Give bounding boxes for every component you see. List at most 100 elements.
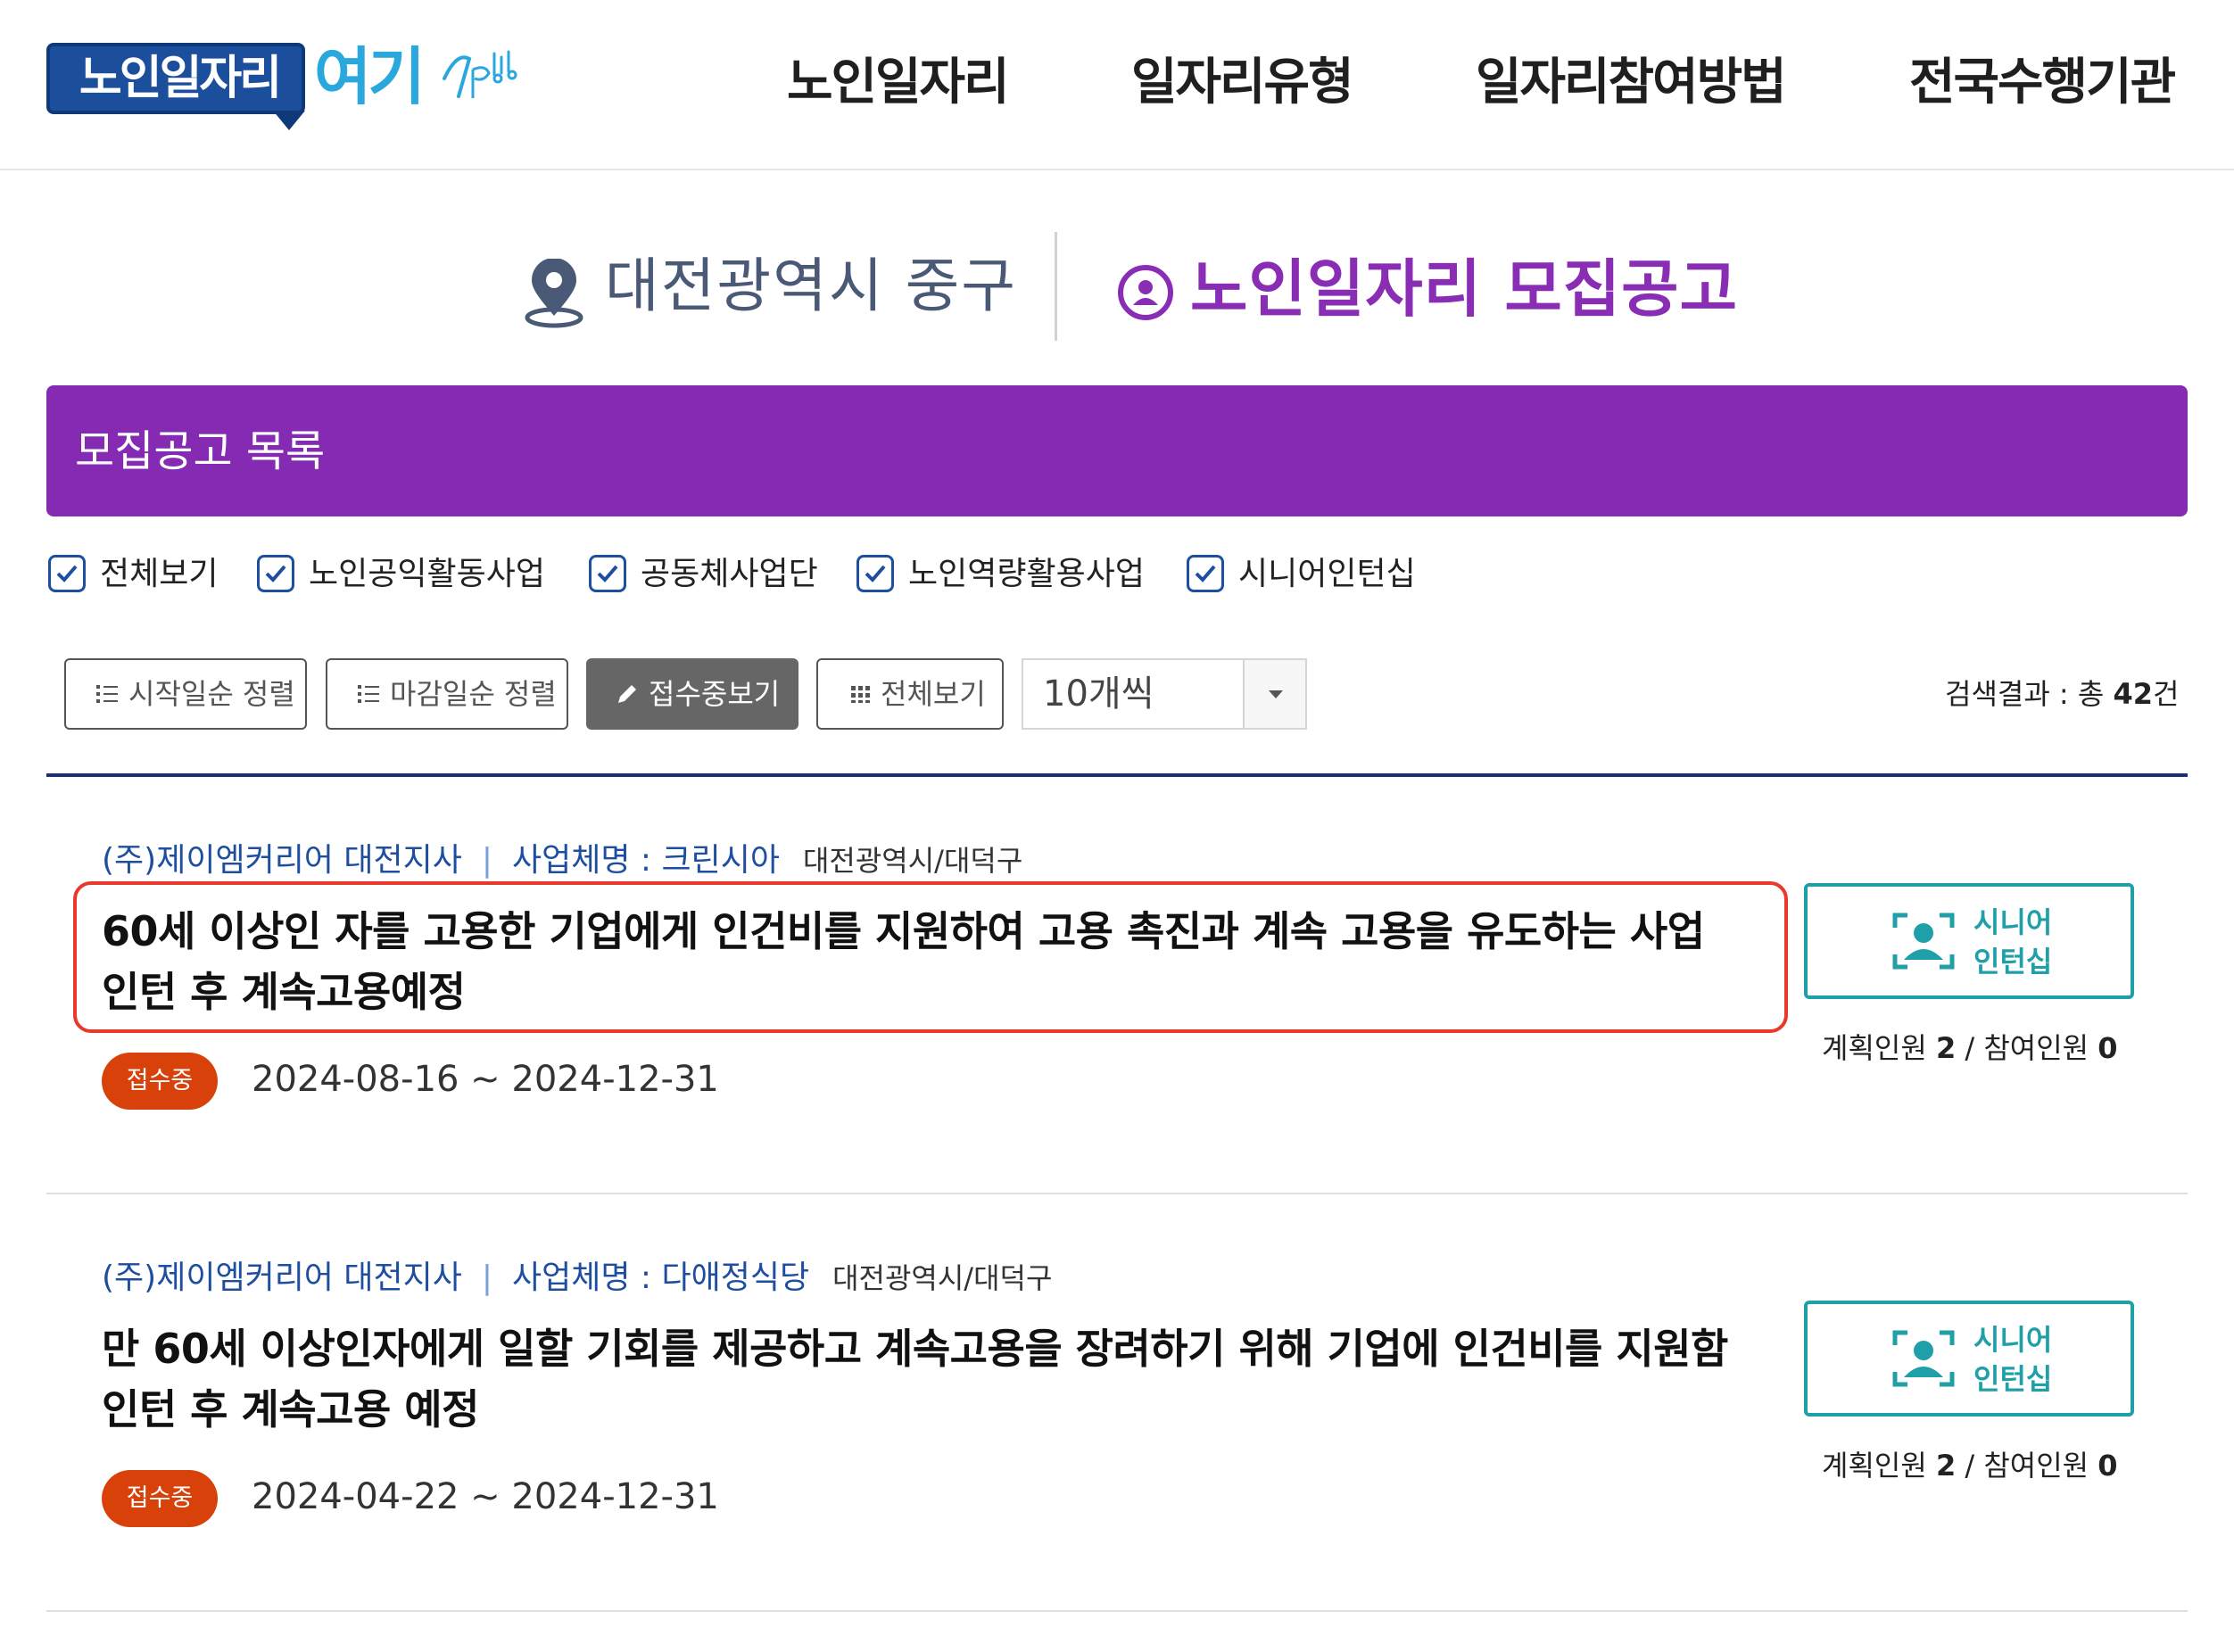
senior-intern-icon [1892, 1330, 1955, 1387]
headcount-separator: / [1956, 1031, 1984, 1065]
job-meta: (주)제이엠커리어 대전지사 | 사업체명 : 다애정식당 대전광역시/대덕구 [102, 1256, 1052, 1301]
job-type-label: 시니어 인턴십 [1973, 903, 2052, 981]
job-type-line: 인턴십 [1973, 945, 2053, 979]
list-icon [96, 685, 118, 703]
logo-accent-text: 여기 [314, 40, 426, 113]
site-header: 노인일자리 여기 노인일자리 일자리유형 일자리참여방법 전국수행기관 [0, 0, 2234, 170]
filter-senior-intern-label: 시니어인턴십 [1238, 556, 1416, 592]
job-title-line: 만 60세 이상인자에게 일할 기회를 제공하고 계속고용을 장려하기 위해 기… [102, 1325, 1728, 1373]
pencil-icon [618, 685, 636, 703]
job-list-item: (주)제이엠커리어 대전지사 | 사업체명 : 크린시아 대전광역시/대덕구 60세 … [46, 838, 2188, 1195]
meta-separator: | [481, 842, 492, 879]
nav-senior-jobs[interactable]: 노인일자리 [787, 43, 1010, 123]
person-circle-icon [1118, 265, 1173, 320]
sort-by-deadline-button[interactable]: 마감일순 정렬 [326, 658, 568, 730]
job-period: 2024-04-22 ~ 2024-12-31 [252, 1476, 719, 1517]
senior-intern-icon [1892, 913, 1955, 970]
checkmark-icon [56, 565, 78, 582]
title-divider [1055, 232, 1057, 341]
job-type-line: 인턴십 [1973, 1362, 2053, 1396]
checkbox-box[interactable] [48, 555, 86, 592]
headcount-separator: / [1956, 1449, 1984, 1483]
result-count: 검색결과 : 총 42건 [1945, 674, 2179, 714]
page-title: 노인일자리 모집공고 [1190, 252, 1738, 326]
job-type-line: 시니어 [1973, 1323, 2053, 1357]
planned-label: 계획인원 [1822, 1031, 1936, 1065]
view-accepting-label: 접수중보기 [649, 677, 781, 711]
sort-by-start-button[interactable]: 시작일순 정렬 [64, 658, 307, 730]
job-organization: (주)제이엠커리어 대전지사 [102, 1260, 462, 1296]
job-title-line: 인턴 후 계속고용예정 [102, 968, 466, 1016]
nav-agencies[interactable]: 전국수행기관 [1909, 43, 2176, 123]
planned-label: 계획인원 [1822, 1449, 1936, 1483]
job-title-line: 인턴 후 계속고용 예정 [102, 1385, 479, 1433]
filter-community-label: 공동체사업단 [641, 556, 818, 592]
job-business-name: 사업체명 : 다애정식당 [512, 1260, 810, 1296]
checkbox-box[interactable] [1187, 555, 1224, 592]
list-banner-title: 모집공고 목록 [75, 426, 326, 476]
job-title-link[interactable]: 60세 이상인 자를 고용한 기업에게 인건비를 지원하여 고용 촉진과 계속 … [102, 901, 1815, 1022]
filter-community-checkbox[interactable]: 공동체사업단 [589, 553, 848, 598]
logo-main-text: 노인일자리 [79, 52, 282, 105]
sort-by-deadline-label: 마감일순 정렬 [390, 677, 557, 711]
filter-public-service-checkbox[interactable]: 노인공익활동사업 [257, 553, 560, 598]
checkmark-icon [597, 565, 618, 582]
job-list-item: (주)제이엠커리어 대전지사 | 사업체명 : 다애정식당 대전광역시/대덕구 만 6… [46, 1256, 2188, 1613]
location-text: 대전광역시 중구 [605, 252, 1018, 320]
joined-count: 0 [2097, 1449, 2118, 1483]
filter-competency-checkbox[interactable]: 노인역량활용사업 [856, 553, 1160, 598]
view-all-button[interactable]: 전체보기 [816, 658, 1004, 730]
list-icon [358, 685, 379, 703]
joined-count: 0 [2097, 1031, 2118, 1065]
result-prefix: 검색결과 : 총 [1945, 677, 2114, 711]
filter-all-label: 전체보기 [100, 556, 219, 592]
view-all-label: 전체보기 [881, 677, 986, 711]
item-divider [46, 1610, 2188, 1612]
job-headcount: 계획인원 2 / 참여인원 0 [1822, 1028, 2118, 1069]
joined-label: 참여인원 [1983, 1449, 2098, 1483]
filter-all-checkbox[interactable]: 전체보기 [48, 553, 236, 598]
job-title-link[interactable]: 만 60세 이상인자에게 일할 기회를 제공하고 계속고용을 장려하기 위해 기… [102, 1318, 1815, 1440]
checkbox-box[interactable] [589, 555, 626, 592]
page-size-value: 10개씩 [1043, 673, 1154, 714]
page-size-select[interactable]: 10개씩 [1022, 658, 1307, 730]
logo-decoration-icon [443, 50, 517, 98]
joined-label: 참여인원 [1983, 1031, 2098, 1065]
checkmark-icon [265, 565, 286, 582]
job-title-line: 60세 이상인 자를 고용한 기업에게 인건비를 지원하여 고용 촉진과 계속 … [102, 907, 1705, 955]
filter-public-service-label: 노인공익활동사업 [309, 556, 545, 592]
planned-count: 2 [1935, 1031, 1957, 1065]
job-type-line: 시니어 [1973, 905, 2053, 939]
checkbox-box[interactable] [257, 555, 294, 592]
grid-icon [851, 686, 870, 703]
job-region: 대전광역시/대덕구 [832, 1261, 1053, 1295]
filter-senior-intern-checkbox[interactable]: 시니어인턴십 [1187, 553, 1445, 598]
checkmark-icon [865, 565, 886, 582]
checkbox-box[interactable] [856, 555, 894, 592]
job-organization: (주)제이엠커리어 대전지사 [102, 842, 462, 879]
job-meta: (주)제이엠커리어 대전지사 | 사업체명 : 크린시아 대전광역시/대덕구 [102, 838, 1022, 883]
job-type-button[interactable]: 시니어 인턴십 [1804, 883, 2134, 999]
job-type-button[interactable]: 시니어 인턴십 [1804, 1301, 2134, 1417]
job-region: 대전광역시/대덕구 [802, 844, 1023, 878]
site-logo[interactable]: 노인일자리 여기 [46, 37, 528, 130]
sort-by-start-label: 시작일순 정렬 [128, 677, 295, 711]
list-top-divider [46, 773, 2188, 777]
nav-job-types[interactable]: 일자리유형 [1131, 43, 1354, 123]
list-banner: 모집공고 목록 [46, 385, 2188, 516]
status-badge: 접수중 [102, 1470, 218, 1527]
location-pin-icon [525, 259, 583, 328]
job-type-label: 시니어 인턴십 [1973, 1320, 2052, 1399]
meta-separator: | [481, 1260, 492, 1296]
status-badge: 접수중 [102, 1053, 218, 1110]
result-number: 42 [2113, 677, 2154, 711]
nav-how-to-join[interactable]: 일자리참여방법 [1476, 43, 1787, 123]
checkmark-icon [1195, 565, 1216, 582]
item-divider [46, 1193, 2188, 1194]
view-accepting-button[interactable]: 접수중보기 [586, 658, 798, 730]
job-business-name: 사업체명 : 크린시아 [512, 842, 780, 879]
chevron-down-icon[interactable] [1243, 660, 1305, 728]
filter-competency-label: 노인역량활용사업 [908, 556, 1145, 592]
planned-count: 2 [1935, 1449, 1957, 1483]
job-period: 2024-08-16 ~ 2024-12-31 [252, 1059, 719, 1100]
